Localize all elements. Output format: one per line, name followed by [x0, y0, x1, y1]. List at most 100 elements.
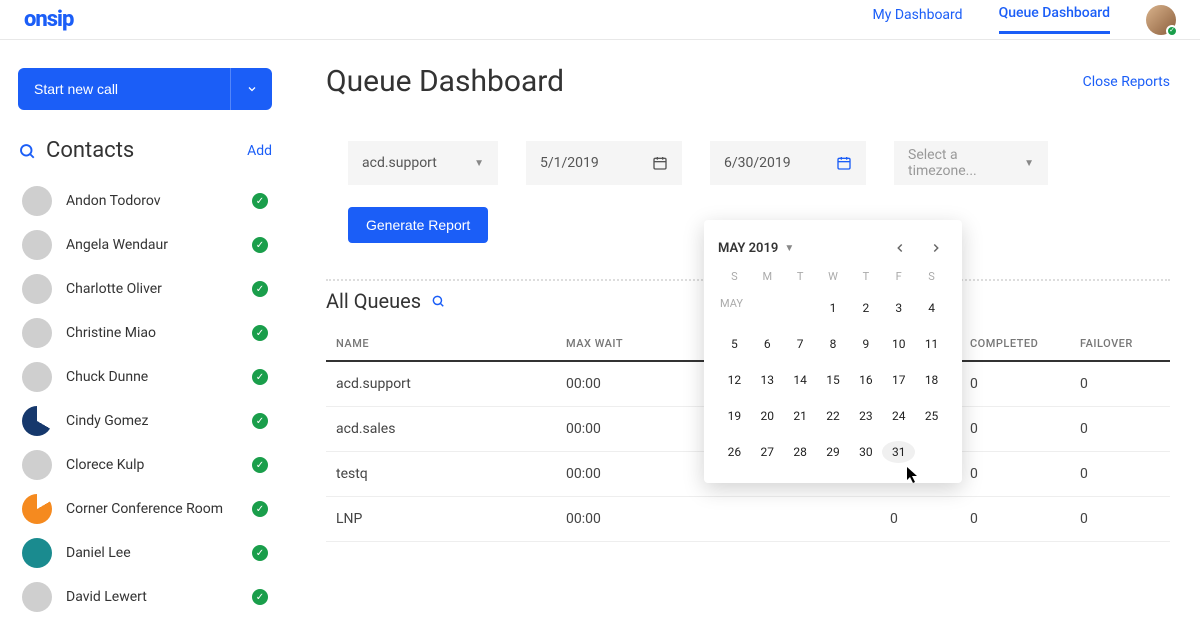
calendar-day[interactable]: 26	[718, 441, 751, 463]
contact-row[interactable]: Christine Miao ✓	[18, 311, 272, 355]
contact-row[interactable]: Angela Wendaur ✓	[18, 223, 272, 267]
calendar-day[interactable]: 3	[882, 297, 915, 319]
date-picker-popup: MAY 2019 ▼ SMTWTFS MAY123456789101112131…	[704, 220, 962, 483]
calendar-day[interactable]: 20	[751, 405, 784, 427]
calendar-day[interactable]: 24	[882, 405, 915, 427]
calendar-day[interactable]: 25	[915, 405, 948, 427]
contact-row[interactable]: Andon Todorov ✓	[18, 179, 272, 223]
top-nav: My Dashboard Queue Dashboard	[873, 5, 1176, 35]
cell: 0	[960, 361, 1070, 407]
calendar-day[interactable]: 7	[784, 333, 817, 355]
calendar-day[interactable]: 31	[882, 441, 915, 463]
calendar-day[interactable]: 14	[784, 369, 817, 391]
topbar: onsip My Dashboard Queue Dashboard	[0, 0, 1200, 40]
calendar-day[interactable]: 8	[817, 333, 850, 355]
queue-select-value: acd.support	[362, 155, 437, 171]
nav-my-dashboard[interactable]: My Dashboard	[873, 7, 963, 33]
date-to-input[interactable]: 6/30/2019	[710, 141, 866, 185]
avatar	[22, 186, 52, 216]
date-from-input[interactable]: 5/1/2019	[526, 141, 682, 185]
calendar-day[interactable]: 12	[718, 369, 751, 391]
calendar-day[interactable]: 13	[751, 369, 784, 391]
calendar-dow: T	[784, 270, 817, 283]
prev-month-button[interactable]	[888, 236, 912, 260]
presence-online-icon: ✓	[252, 281, 268, 297]
start-call-button[interactable]: Start new call	[18, 68, 230, 110]
contact-row[interactable]: Corner Conference Room ✓	[18, 487, 272, 531]
contact-name: Angela Wendaur	[66, 237, 238, 253]
add-contact-link[interactable]: Add	[247, 143, 272, 159]
cell: 0	[960, 407, 1070, 452]
cell: 0	[880, 497, 960, 542]
column-header: COMPLETED	[960, 323, 1070, 361]
calendar-day[interactable]: 27	[751, 441, 784, 463]
month-year-selector[interactable]: MAY 2019 ▼	[718, 241, 794, 256]
calendar-day[interactable]: 6	[751, 333, 784, 355]
nav-queue-dashboard[interactable]: Queue Dashboard	[999, 5, 1110, 34]
avatar	[22, 582, 52, 612]
chevron-right-icon	[929, 241, 943, 255]
cell: 0	[1070, 452, 1170, 497]
presence-online-icon: ✓	[252, 589, 268, 605]
search-icon[interactable]	[18, 142, 36, 160]
next-month-button[interactable]	[924, 236, 948, 260]
calendar-day[interactable]: 19	[718, 405, 751, 427]
calendar-day[interactable]: 17	[882, 369, 915, 391]
contact-name: Charlotte Oliver	[66, 281, 238, 297]
calendar-day[interactable]: 9	[849, 333, 882, 355]
calendar-day[interactable]: 23	[849, 405, 882, 427]
calendar-day[interactable]: 28	[784, 441, 817, 463]
contact-row[interactable]: David Lewert ✓	[18, 575, 272, 619]
calendar-day[interactable]: 29	[817, 441, 850, 463]
contact-name: Cindy Gomez	[66, 413, 238, 429]
calendar-day[interactable]: 11	[915, 333, 948, 355]
calendar-month-short: MAY	[718, 297, 751, 319]
presence-online-icon: ✓	[252, 325, 268, 341]
contact-row[interactable]: Clorece Kulp ✓	[18, 443, 272, 487]
avatar	[22, 406, 52, 436]
avatar	[22, 318, 52, 348]
timezone-select[interactable]: Select a timezone... ▼	[894, 141, 1048, 185]
calendar-day[interactable]: 21	[784, 405, 817, 427]
table-row[interactable]: LNP00:00000	[326, 497, 1170, 542]
calendar-day[interactable]: 4	[915, 297, 948, 319]
chevron-down-icon: ▼	[1024, 158, 1034, 169]
avatar	[22, 494, 52, 524]
calendar-day[interactable]: 30	[849, 441, 882, 463]
contact-row[interactable]: Cindy Gomez ✓	[18, 399, 272, 443]
close-reports-link[interactable]: Close Reports	[1083, 74, 1170, 90]
start-call-dropdown[interactable]	[230, 68, 272, 110]
calendar-day[interactable]: 16	[849, 369, 882, 391]
search-icon[interactable]	[431, 294, 445, 308]
contact-row[interactable]: Daniel Lee ✓	[18, 531, 272, 575]
contact-row[interactable]: Charlotte Oliver ✓	[18, 267, 272, 311]
contact-row[interactable]: Chuck Dunne ✓	[18, 355, 272, 399]
calendar-icon	[836, 155, 852, 171]
chevron-left-icon	[893, 241, 907, 255]
cell: 0	[1070, 361, 1170, 407]
presence-online-icon: ✓	[252, 193, 268, 209]
calendar-day[interactable]: 10	[882, 333, 915, 355]
brand-logo: onsip	[24, 7, 73, 32]
calendar-day[interactable]: 18	[915, 369, 948, 391]
presence-online-icon: ✓	[252, 369, 268, 385]
contact-name: Chuck Dunne	[66, 369, 238, 385]
cell: LNP	[326, 497, 556, 542]
calendar-day[interactable]: 1	[817, 297, 850, 319]
contact-name: Daniel Lee	[66, 545, 238, 561]
queue-select[interactable]: acd.support ▼	[348, 141, 498, 185]
presence-online-icon: ✓	[252, 545, 268, 561]
cell: 00:00	[556, 497, 880, 542]
cell: 0	[960, 497, 1070, 542]
presence-online-icon: ✓	[252, 501, 268, 517]
calendar-day[interactable]: 5	[718, 333, 751, 355]
chevron-down-icon: ▼	[474, 158, 484, 169]
contact-name: Clorece Kulp	[66, 457, 238, 473]
calendar-icon	[652, 155, 668, 171]
user-avatar[interactable]	[1146, 5, 1176, 35]
calendar-day[interactable]: 2	[849, 297, 882, 319]
generate-report-button[interactable]: Generate Report	[348, 207, 488, 243]
calendar-day[interactable]: 15	[817, 369, 850, 391]
calendar-dow: F	[882, 270, 915, 283]
calendar-day[interactable]: 22	[817, 405, 850, 427]
